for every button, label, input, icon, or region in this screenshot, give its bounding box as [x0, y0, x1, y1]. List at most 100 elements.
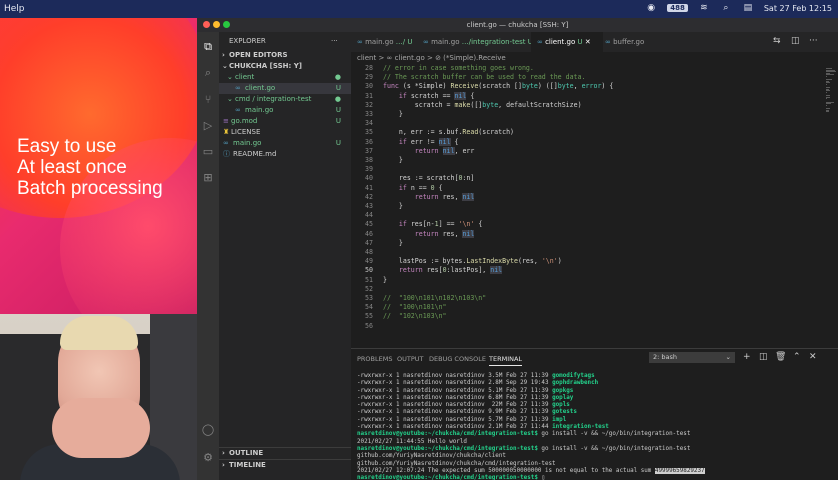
code-line[interactable]: }: [383, 156, 403, 164]
tab-debug-console[interactable]: DEBUG CONSOLE: [429, 355, 486, 363]
code-line[interactable]: }: [383, 110, 403, 118]
settings-gear-icon[interactable]: ⚙: [201, 450, 215, 464]
tab-client-go[interactable]: ∞ client.go U ✕: [531, 32, 603, 52]
code-line[interactable]: if err != nil {: [383, 137, 458, 146]
search-icon[interactable]: ⌕: [720, 3, 732, 13]
source-control-icon[interactable]: ⑂: [201, 92, 215, 106]
extensions-icon[interactable]: ⊞: [201, 170, 215, 184]
code-line[interactable]: if n == 0 {: [383, 184, 443, 192]
more-actions-icon[interactable]: ···: [331, 36, 338, 47]
info-icon: ⓘ: [223, 150, 230, 158]
tab-status: U: [577, 38, 583, 46]
terminal-line: nasretdinov@youtube:~/chukcha/cmd/integr…: [357, 431, 691, 438]
control-center-icon[interactable]: ▤: [742, 3, 754, 13]
git-status: U: [335, 84, 341, 92]
code-line[interactable]: func (s *Simple) Receive(scratch []byte)…: [383, 82, 613, 90]
tab-terminal[interactable]: TERMINAL: [489, 355, 523, 366]
workspace-section[interactable]: ⌄ CHUKCHA [SSH: Y]: [219, 61, 351, 72]
tab-main-go[interactable]: ∞ main.go …/ U: [351, 32, 421, 52]
remote-explorer-icon[interactable]: ▭: [201, 144, 215, 158]
code-line[interactable]: // "100\n101\n": [383, 303, 447, 311]
code-line[interactable]: scratch = make([]byte, defaultScratchSiz…: [383, 101, 582, 109]
terminal-line: -rwxrwxr-x 1 nasretdinov nasretdinov 2.1…: [357, 424, 609, 431]
menu-help[interactable]: Help: [4, 4, 25, 14]
tab-buffer-go[interactable]: ∞ buffer.go: [599, 32, 661, 52]
minimap[interactable]: [824, 64, 838, 344]
breadcrumb[interactable]: client > ∞ client.go > ⊘ (*Simple).Recei…: [351, 52, 838, 64]
code-line[interactable]: // The scratch buffer can be used to rea…: [383, 73, 585, 81]
breadcrumb-path[interactable]: client > ∞ client.go > ⊘ (*Simple).Recei…: [351, 54, 506, 62]
chevron-right-icon: ›: [222, 449, 225, 457]
tree-item-root-main-go[interactable]: ∞ main.go U: [219, 138, 351, 149]
tab-main-go-integration[interactable]: ∞ main.go …/integration-test U: [417, 32, 535, 52]
code-line[interactable]: return nil, err: [383, 146, 474, 155]
code-line[interactable]: return res, nil: [383, 192, 475, 201]
tab-output[interactable]: OUTPUT: [397, 355, 424, 363]
status-badge[interactable]: 488: [667, 4, 688, 12]
tree-item-go-mod[interactable]: ≡ go.mod U: [219, 116, 351, 127]
minimap-line: [826, 103, 831, 105]
tree-item-client-go[interactable]: ∞ client.go U: [219, 83, 351, 94]
code-line[interactable]: // error in case something goes wrong.: [383, 64, 534, 72]
line-number: 44: [365, 211, 373, 220]
search-icon[interactable]: ⌕: [201, 66, 215, 80]
code-line[interactable]: }: [383, 239, 403, 247]
code-line[interactable]: lastPos := bytes.LastIndexByte(res, '\n'…: [383, 257, 562, 265]
git-status: U: [335, 106, 341, 114]
account-icon[interactable]: ◯: [201, 422, 215, 436]
close-panel-icon[interactable]: ✕: [809, 352, 817, 362]
code-line[interactable]: if res[n-1] == '\n' {: [383, 220, 482, 228]
split-terminal-icon[interactable]: ◫: [759, 352, 768, 362]
code-line[interactable]: return res[0:lastPos], nil: [383, 266, 503, 275]
line-number: 35: [365, 128, 373, 137]
add-terminal-icon[interactable]: +: [743, 352, 751, 362]
slide-text: Easy to use At least once Batch processi…: [17, 136, 163, 199]
tree-item-license[interactable]: ♜ LICENSE: [219, 127, 351, 138]
close-tab-icon[interactable]: ✕: [585, 38, 591, 46]
tab-problems[interactable]: PROBLEMS: [357, 355, 392, 363]
terminal-shell-select[interactable]: 2: bash ⌄: [649, 352, 735, 363]
maximize-panel-icon[interactable]: ⌃: [793, 352, 801, 362]
timeline-section[interactable]: › TIMELINE: [219, 459, 351, 471]
code-line[interactable]: // "100\n101\n102\n103\n": [383, 294, 486, 302]
timeline-label: TIMELINE: [229, 461, 266, 469]
recording-icon[interactable]: ◉: [645, 3, 657, 13]
minimize-window-button[interactable]: [213, 21, 220, 28]
zoom-window-button[interactable]: [223, 21, 230, 28]
tree-item-readme[interactable]: ⓘ README.md: [219, 149, 351, 160]
terminal-output[interactable]: -rwxrwxr-x 1 nasretdinov nasretdinov 3.5…: [357, 373, 835, 480]
code-line[interactable]: n, err := s.buf.Read(scratch): [383, 128, 514, 136]
open-changes-icon[interactable]: ⇆: [773, 36, 781, 46]
code-line[interactable]: res := scratch[0:n]: [383, 174, 474, 182]
run-debug-icon[interactable]: ▷: [201, 118, 215, 132]
tree-item-label: go.mod: [231, 117, 258, 125]
tree-item-label: main.go: [233, 139, 262, 147]
line-number: 45: [365, 220, 373, 229]
line-number: 41: [365, 183, 373, 192]
code-line[interactable]: if scratch == nil {: [383, 91, 474, 100]
open-editors-section[interactable]: › OPEN EDITORS: [219, 50, 351, 61]
bottom-panel: PROBLEMS OUTPUT DEBUG CONSOLE TERMINAL 2…: [351, 348, 838, 480]
menubar-clock[interactable]: Sat 27 Feb 12:15: [764, 4, 832, 13]
go-mod-icon: ≡: [223, 117, 229, 125]
code-editor[interactable]: 28 29 30 31 32 33 34 35 36 37 38 39 40 4…: [351, 64, 838, 344]
code-line[interactable]: // "102\n103\n": [383, 312, 447, 320]
code-line[interactable]: }: [383, 276, 387, 284]
go-file-icon: ∞: [537, 38, 546, 46]
split-editor-icon[interactable]: ◫: [791, 36, 800, 46]
line-number: 52: [365, 284, 373, 293]
explorer-files-icon[interactable]: ⧉: [201, 40, 215, 54]
trash-icon[interactable]: 🗑: [775, 352, 786, 362]
outline-section[interactable]: › OUTLINE: [219, 447, 351, 459]
code-line[interactable]: return res, nil: [383, 229, 475, 238]
menubar-status-area: ◉ 488 ≋ ⌕ ▤ Sat 27 Feb 12:15: [645, 3, 832, 13]
tree-item-cmd-folder[interactable]: ⌄ cmd / integration-test ●: [219, 94, 351, 105]
code-line[interactable]: }: [383, 202, 403, 210]
more-actions-icon[interactable]: ···: [809, 36, 818, 46]
tree-item-label: README.md: [233, 150, 277, 158]
tree-item-main-go[interactable]: ∞ main.go U: [219, 105, 351, 116]
close-window-button[interactable]: [203, 21, 210, 28]
tree-item-client-folder[interactable]: ⌄ client ●: [219, 72, 351, 83]
wifi-icon[interactable]: ≋: [698, 3, 710, 13]
tree-item-label: client: [235, 73, 255, 81]
